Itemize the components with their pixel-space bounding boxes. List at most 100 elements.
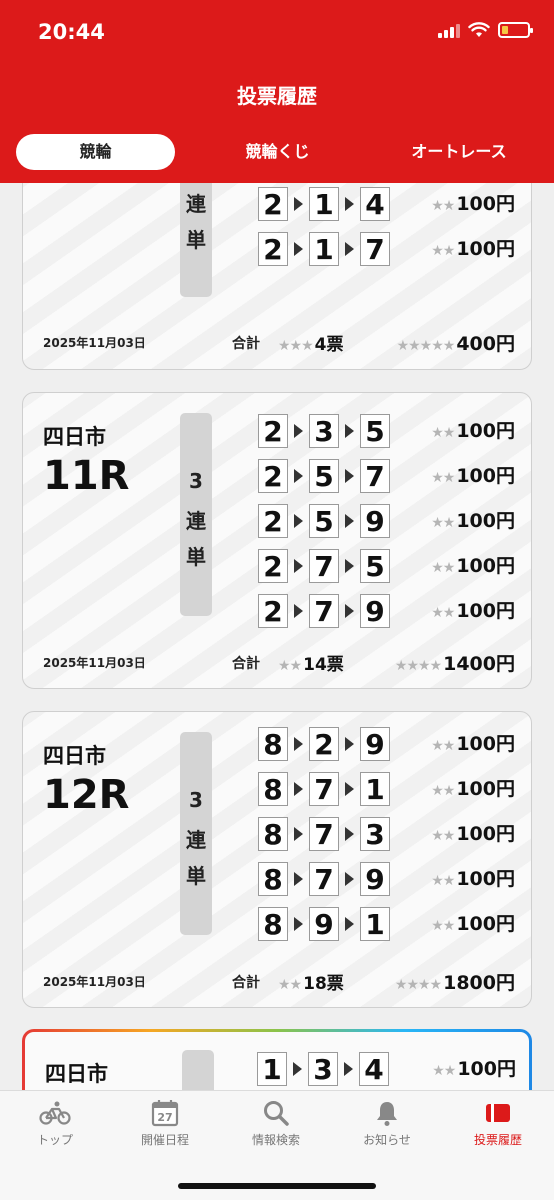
ticket-amount: ★★ 100円 — [431, 727, 515, 761]
ticket-combination: 1 3 4 — [257, 1052, 389, 1086]
masked-stars: ★★★★★ — [396, 338, 456, 354]
ticket-amount-value: 100円 — [456, 238, 515, 260]
nav-schedule[interactable]: 27 開催日程 — [110, 1099, 220, 1159]
nav-search[interactable]: 情報検索 — [221, 1099, 331, 1159]
venue-name: 四日市 — [43, 425, 106, 449]
tab-keirin-kuji[interactable]: 競輪くじ — [200, 134, 355, 170]
bike-number: 7 — [309, 817, 339, 851]
ticket-amount-value: 100円 — [456, 193, 515, 215]
bet-type-label: 3 連 単 — [180, 413, 212, 616]
arrow-right-icon — [345, 514, 354, 528]
bet-type-char: 連 — [186, 509, 206, 533]
masked-stars: ★★ — [278, 977, 302, 993]
ticket-amount: ★★ 100円 — [431, 504, 515, 538]
bet-card[interactable]: 連 単 2 1 4 ★★ 100円 2 1 7 ★★ 100円 2025年11月03… — [22, 183, 532, 370]
ticket-amount-value: 100円 — [456, 823, 515, 845]
bike-number: 5 — [309, 504, 339, 538]
arrow-right-icon — [345, 604, 354, 618]
bike-number: 8 — [258, 727, 288, 761]
total-amount-value: 1800円 — [443, 972, 515, 994]
masked-stars: ★★ — [431, 198, 455, 214]
arrow-right-icon — [345, 917, 354, 931]
bike-number: 1 — [309, 187, 339, 221]
ticket-amount: ★★ 100円 — [431, 232, 515, 266]
home-indicator — [178, 1183, 376, 1189]
nav-label: 情報検索 — [251, 1133, 300, 1147]
bet-date: 2025年11月03日 — [43, 336, 146, 350]
app-screen: 20:44 投票履歴 競輪 競輪くじ オートレース 連 単 2 1 4 ★★ 1… — [0, 0, 554, 1200]
arrow-right-icon — [294, 424, 303, 438]
bet-card[interactable]: 四日市 1 3 4 ★★ 100円 — [22, 1029, 532, 1090]
nav-notices[interactable]: お知らせ — [332, 1099, 442, 1159]
ticket-amount: ★★ 100円 — [431, 549, 515, 583]
nav-top[interactable]: トップ — [0, 1099, 110, 1159]
masked-stars: ★★ — [432, 1063, 456, 1079]
ticket-combination: 2 1 4 — [258, 187, 390, 221]
tab-bar: 競輪 競輪くじ オートレース — [0, 134, 554, 172]
bike-number: 3 — [308, 1052, 338, 1086]
bet-type-label: 連 単 — [180, 183, 212, 297]
bike-number: 9 — [360, 727, 390, 761]
total-tickets-value: 18票 — [303, 974, 344, 994]
history-list[interactable]: 連 単 2 1 4 ★★ 100円 2 1 7 ★★ 100円 2025年11月03… — [0, 183, 554, 1090]
bike-number: 8 — [258, 817, 288, 851]
bike-number: 9 — [309, 907, 339, 941]
tab-autorace[interactable]: オートレース — [380, 134, 538, 170]
arrow-right-icon — [294, 514, 303, 528]
masked-stars: ★★★★ — [394, 658, 442, 674]
ticket-combination: 2 7 9 — [258, 594, 390, 628]
calendar-day: 27 — [157, 1111, 172, 1124]
arrow-right-icon — [344, 1062, 353, 1076]
arrow-right-icon — [294, 872, 303, 886]
total-tickets: ★★★ 4票 — [278, 330, 344, 355]
ticket-amount: ★★ 100円 — [432, 1052, 516, 1086]
bike-number: 9 — [360, 504, 390, 538]
ticket-amount-value: 100円 — [456, 913, 515, 935]
status-bar: 20:44 — [0, 0, 554, 64]
bet-type-char: 単 — [186, 545, 206, 569]
masked-stars: ★★ — [431, 873, 455, 889]
tab-keirin[interactable]: 競輪 — [16, 134, 175, 170]
bike-number: 7 — [309, 549, 339, 583]
total-amount-value: 1400円 — [443, 653, 515, 675]
bike-number: 2 — [258, 549, 288, 583]
arrow-right-icon — [294, 827, 303, 841]
cellular-signal-icon — [438, 22, 460, 38]
arrow-right-icon — [294, 559, 303, 573]
masked-stars: ★★ — [431, 828, 455, 844]
bike-number: 2 — [258, 504, 288, 538]
ticket-combination: 8 7 3 — [258, 817, 390, 851]
bike-number: 9 — [360, 594, 390, 628]
arrow-right-icon — [345, 559, 354, 573]
masked-stars: ★★ — [431, 783, 455, 799]
bet-type-char: 3 — [189, 469, 203, 493]
ticket-amount: ★★ 100円 — [431, 594, 515, 628]
bet-type-label: 3 連 単 — [180, 732, 212, 935]
ticket-combination: 8 9 1 — [258, 907, 390, 941]
masked-stars: ★★ — [431, 738, 455, 754]
bet-date: 2025年11月03日 — [43, 975, 146, 989]
search-icon — [221, 1099, 331, 1127]
arrow-right-icon — [294, 197, 303, 211]
bet-card[interactable]: 四日市 12R 3 連 単 8 2 9 ★★ 100円 8 7 1 ★★ 100… — [22, 711, 532, 1008]
bet-type-char: 連 — [186, 192, 206, 216]
ticket-amount-value: 100円 — [456, 868, 515, 890]
ticket-amount-value: 100円 — [456, 778, 515, 800]
bet-type-char: 3 — [189, 788, 203, 812]
total-amount: ★★★★ 1400円 — [395, 649, 515, 676]
bike-number: 1 — [257, 1052, 287, 1086]
ticket-combination: 2 7 5 — [258, 549, 390, 583]
status-time: 20:44 — [38, 20, 105, 44]
bet-card[interactable]: 四日市 11R 3 連 単 2 3 5 ★★ 100円 2 5 7 ★★ 100… — [22, 392, 532, 689]
bike-number: 7 — [309, 594, 339, 628]
nav-history[interactable]: 投票履歴 — [443, 1099, 553, 1159]
arrow-right-icon — [294, 469, 303, 483]
masked-stars: ★★★★ — [394, 977, 442, 993]
page-title: 投票履歴 — [237, 84, 317, 108]
bike-number: 7 — [360, 232, 390, 266]
arrow-right-icon — [345, 197, 354, 211]
bike-number: 8 — [258, 907, 288, 941]
masked-stars: ★★ — [278, 658, 302, 674]
bet-type-char: 単 — [186, 864, 206, 888]
bike-number: 2 — [258, 414, 288, 448]
